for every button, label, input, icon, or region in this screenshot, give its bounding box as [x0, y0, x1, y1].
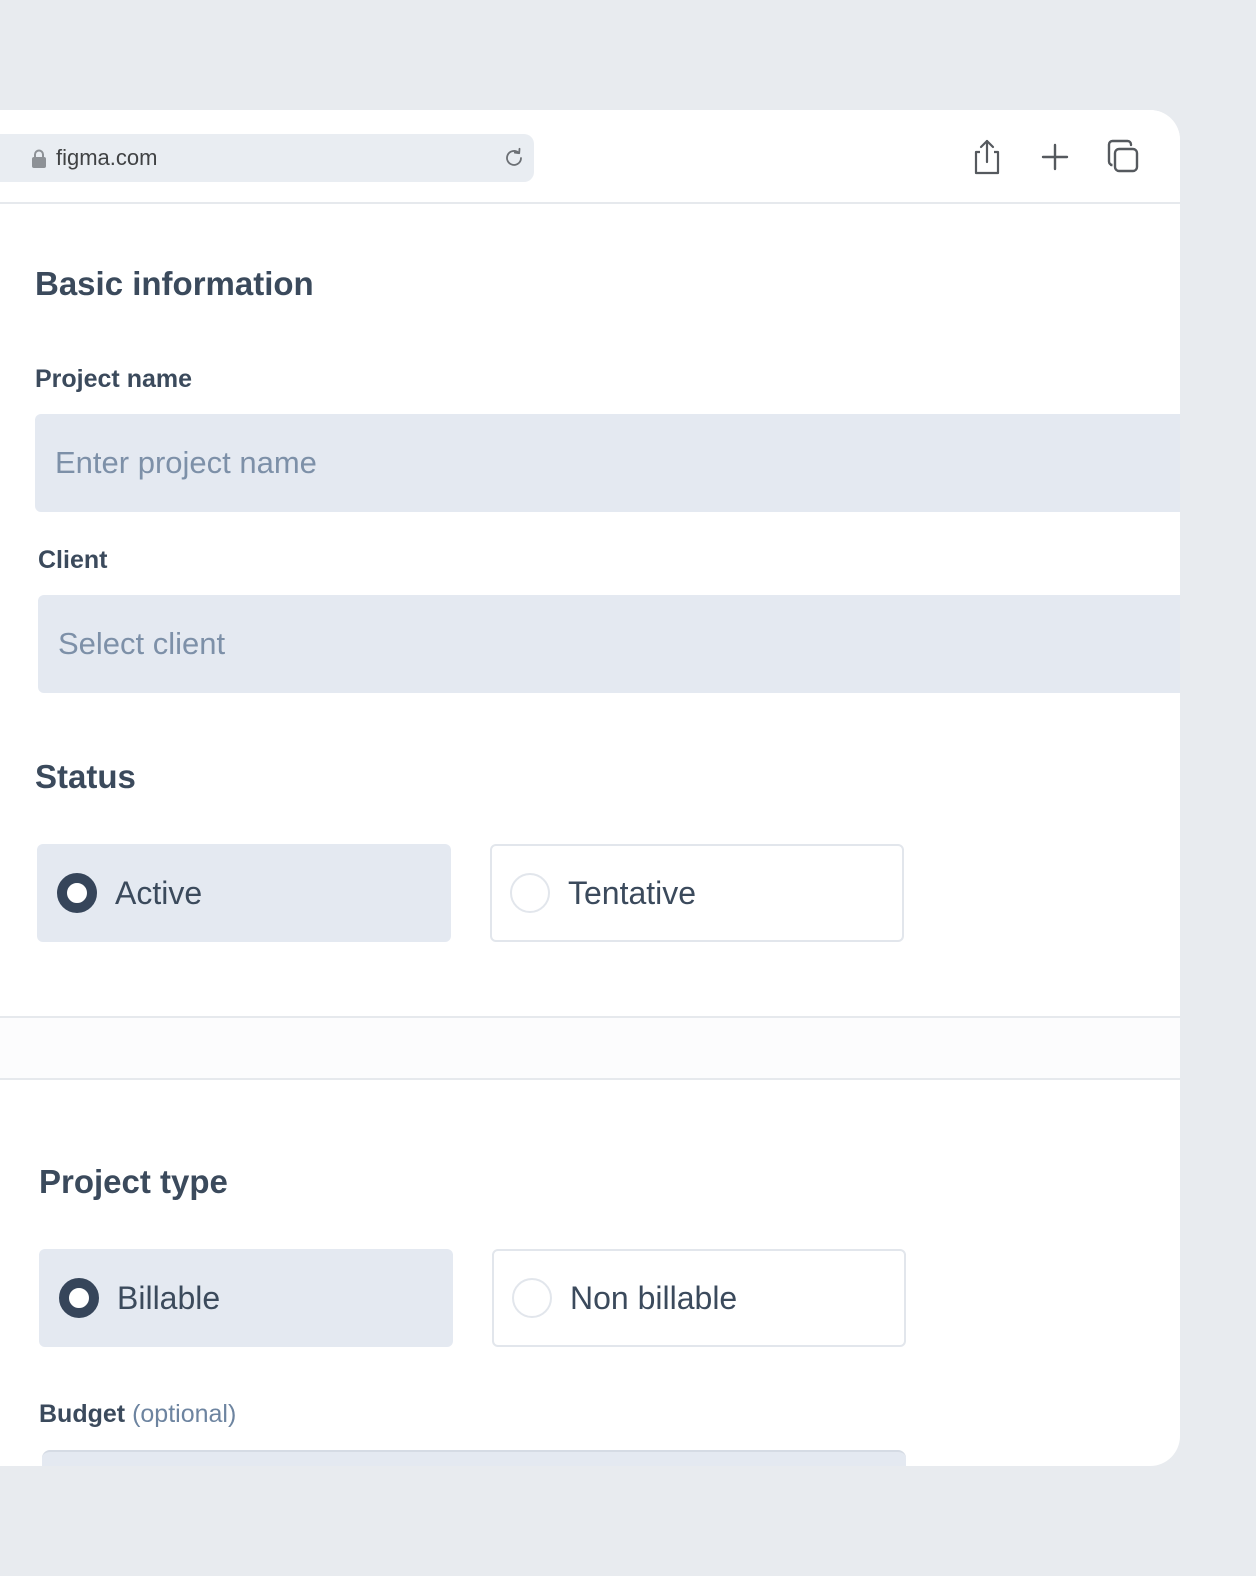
section-divider	[0, 1016, 1180, 1080]
lock-icon	[32, 149, 46, 168]
project-type-option-billable[interactable]: Billable	[39, 1249, 453, 1347]
project-form: Basic information Project name Client Se…	[0, 204, 1180, 1466]
budget-label-text: Budget	[39, 1400, 126, 1428]
tabs-overview-icon[interactable]	[1104, 138, 1142, 176]
project-type-option-label: Billable	[117, 1280, 221, 1316]
radio-selected-icon	[57, 873, 97, 913]
budget-label: Budget (optional)	[39, 1399, 236, 1429]
browser-toolbar: figma.com	[0, 110, 1180, 204]
project-name-label: Project name	[35, 365, 193, 393]
client-select[interactable]: Select client	[38, 595, 1180, 693]
radio-unselected-icon	[510, 873, 550, 913]
status-option-label: Tentative	[568, 875, 697, 911]
radio-selected-icon	[59, 1278, 99, 1318]
project-type-heading: Project type	[39, 1163, 228, 1200]
status-heading: Status	[35, 758, 136, 795]
budget-optional-tag: (optional)	[132, 1400, 237, 1428]
client-select-placeholder: Select client	[58, 626, 226, 661]
status-option-active[interactable]: Active	[37, 844, 451, 942]
project-type-option-label: Non billable	[570, 1280, 738, 1316]
project-type-option-non-billable[interactable]: Non billable	[492, 1249, 906, 1347]
client-label: Client	[38, 546, 108, 574]
share-icon[interactable]	[968, 138, 1006, 176]
basic-information-heading: Basic information	[35, 265, 314, 302]
browser-window: figma.com Basic information Project name…	[0, 110, 1180, 1466]
reload-icon[interactable]	[502, 146, 526, 170]
plus-icon[interactable]	[1036, 138, 1074, 176]
budget-input[interactable]	[42, 1450, 906, 1466]
address-bar[interactable]: figma.com	[0, 134, 534, 182]
status-option-tentative[interactable]: Tentative	[490, 844, 904, 942]
status-option-label: Active	[115, 875, 203, 911]
radio-unselected-icon	[512, 1278, 552, 1318]
project-name-input[interactable]	[35, 414, 1180, 512]
address-text: figma.com	[56, 145, 158, 170]
